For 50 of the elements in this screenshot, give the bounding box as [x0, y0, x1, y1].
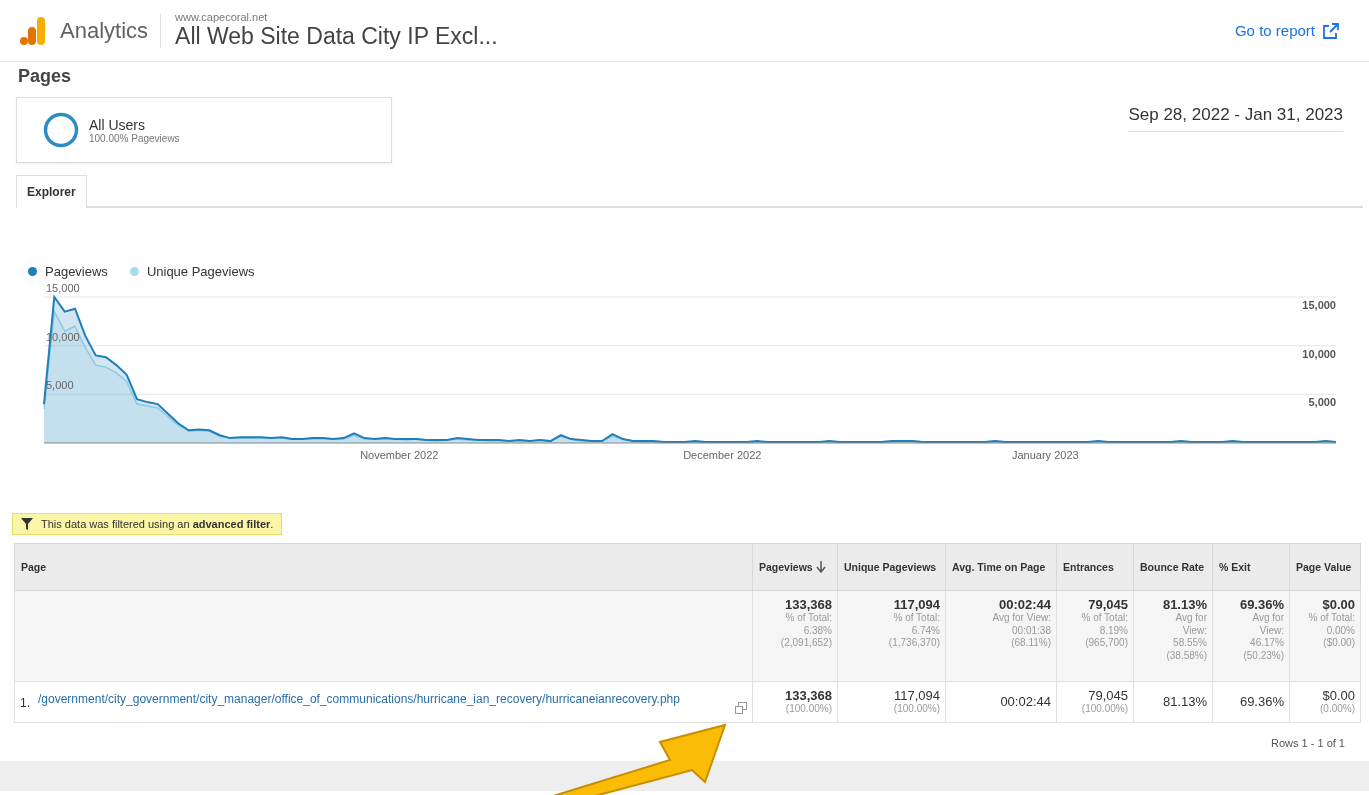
report-title: Pages	[18, 66, 73, 87]
column-header[interactable]: Avg. Time on Page	[945, 543, 1057, 591]
open-window-icon[interactable]	[735, 701, 747, 714]
table-cell: 81.13%	[1133, 681, 1213, 722]
column-header[interactable]: % Exit	[1212, 543, 1290, 591]
table-cell: 00:02:44	[945, 681, 1057, 722]
explorer-tab[interactable]: Explorer	[16, 175, 87, 208]
totals-cell: 69.36% Avg for View: 46.17% (50.23%)	[1212, 590, 1290, 682]
column-header[interactable]: Unique Pageviews	[837, 543, 946, 591]
table-cell: 69.36%	[1212, 681, 1290, 722]
y-axis-label: 15,000	[1302, 299, 1336, 311]
row-index: 1.	[20, 694, 30, 710]
totals-cell: 133,368 % of Total: 6.38% (2,091,652)	[752, 590, 838, 682]
totals-cell: 79,045 % of Total: 8.19% (965,700)	[1056, 590, 1134, 682]
totals-cell: 81.13% Avg for View: 58.55% (38.58%)	[1133, 590, 1213, 682]
column-header[interactable]: Bounce Rate	[1133, 543, 1213, 591]
filter-notice-text: This data was filtered using an advanced filter.	[41, 518, 274, 530]
table-cell: 117,094 (100.00%)	[837, 681, 946, 722]
totals-cell: 00:02:44 Avg for View: 00:01:38 (68.11%)	[945, 590, 1057, 682]
totals-cell: 117,094 % of Total: 6.74% (1,736,370)	[837, 590, 946, 682]
y-axis-label: 10,000	[1302, 347, 1336, 360]
analytics-logo-icon	[20, 16, 46, 45]
column-header[interactable]: Page Value	[1289, 543, 1361, 591]
segment-ring-icon	[43, 112, 79, 148]
date-range-picker[interactable]: Sep 28, 2022 - Jan 31, 2023	[1128, 105, 1343, 132]
legend-label[interactable]: Pageviews	[45, 264, 108, 279]
x-axis-label: December 2022	[683, 449, 762, 461]
legend-label[interactable]: Unique Pageviews	[146, 264, 255, 279]
column-header[interactable]: Page	[14, 543, 753, 591]
segment-name: All Users	[89, 116, 146, 133]
table-cell: 79,045 (100.00%)	[1056, 681, 1134, 722]
external-link-icon	[1323, 22, 1339, 39]
x-axis-label: January 2023	[1011, 449, 1079, 461]
table-cell: 133,368 (100.00%)	[752, 681, 838, 722]
segment-card[interactable]: All Users 100.00% Pageviews	[16, 97, 392, 163]
property-name[interactable]: www.capecoral.net	[175, 11, 498, 23]
column-header[interactable]: Pageviews	[752, 543, 838, 591]
segment-detail: 100.00% Pageviews	[89, 132, 180, 144]
pagination-text: Rows 1 - 1 of 1	[1270, 736, 1345, 749]
column-header[interactable]: Entrances	[1056, 543, 1134, 591]
totals-cell: $0.00 % of Total: 0.00% ($0.00)	[1289, 590, 1361, 682]
table-cell: $0.00 (0.00%)	[1289, 681, 1361, 722]
page-link[interactable]: /government/city_government/city_manager/office_of_communications/hurricane_ian_recovery/hurricaneianrecovery.php	[38, 689, 680, 708]
filter-icon	[21, 518, 33, 530]
go-to-report-link[interactable]: Go to report	[1234, 22, 1339, 39]
x-axis-label: November 2022	[360, 449, 439, 461]
view-name[interactable]: All Web Site Data City IP Excl...	[175, 23, 498, 50]
y-axis-label: 5,000	[1308, 396, 1336, 409]
y-axis-label: 15,000	[46, 283, 80, 294]
product-name: Analytics	[60, 13, 162, 48]
